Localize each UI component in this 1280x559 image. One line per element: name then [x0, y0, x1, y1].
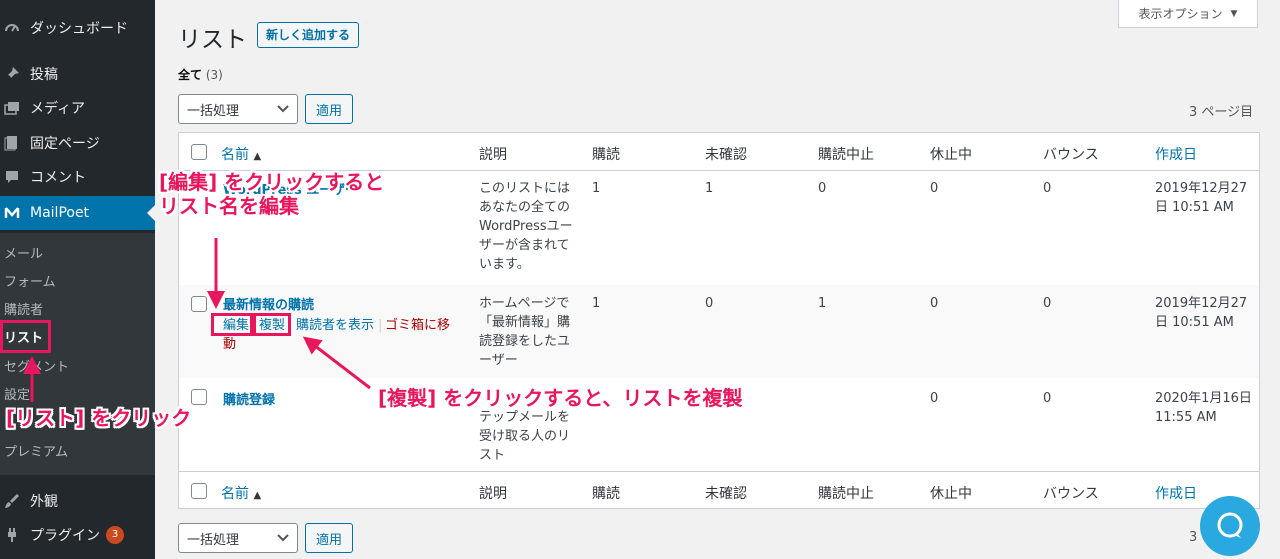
annotation-edit: [編集] をクリックすると リスト名を編集 — [159, 170, 384, 218]
chat-icon — [1217, 512, 1243, 538]
arrow-to-duplicate — [302, 336, 371, 390]
annotation-arrows — [23, 238, 371, 402]
annotation-line: [編集] をクリックすると — [159, 170, 385, 194]
annotation-list-click: [リスト] をクリック — [6, 406, 192, 430]
annotation-duplicate: [複製] をクリックすると、リストを複製 — [378, 386, 743, 410]
help-chat-button[interactable] — [1200, 496, 1260, 556]
annotation-line: リスト名を編集 — [159, 194, 299, 218]
